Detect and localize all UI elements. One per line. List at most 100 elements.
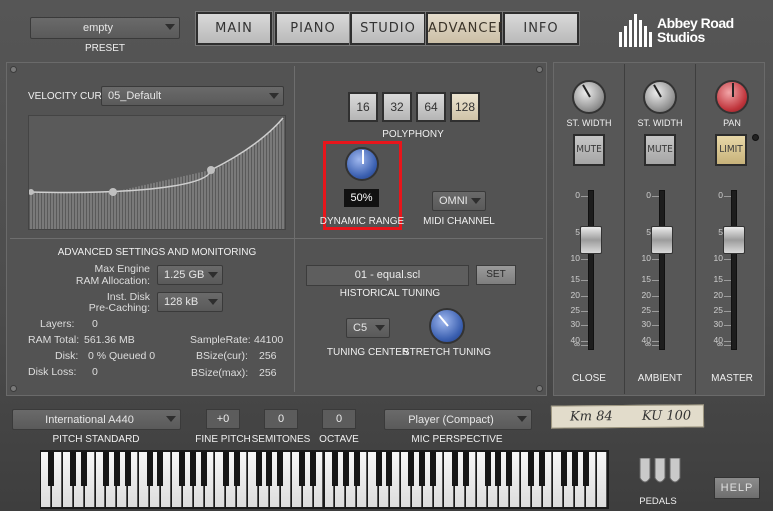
black-key[interactable]: [146, 452, 153, 486]
master-fader-track[interactable]: [731, 190, 737, 350]
mic-tape-label: Km 84 KU 100: [550, 404, 705, 429]
black-key[interactable]: [190, 452, 197, 486]
black-key[interactable]: [375, 452, 382, 486]
black-key[interactable]: [255, 452, 262, 486]
tab-studio[interactable]: STUDIO: [349, 11, 427, 46]
ram-allocation-dropdown[interactable]: 1.25 GB: [157, 265, 223, 285]
black-key[interactable]: [419, 452, 426, 486]
black-key[interactable]: [539, 452, 546, 486]
black-key[interactable]: [277, 452, 284, 486]
black-key[interactable]: [310, 452, 317, 486]
screw-icon: [10, 66, 17, 73]
black-key[interactable]: [342, 452, 349, 486]
fine-pitch-field[interactable]: +0: [206, 409, 240, 429]
black-key[interactable]: [201, 452, 208, 486]
black-key[interactable]: [48, 452, 55, 486]
black-key[interactable]: [102, 452, 109, 486]
black-key[interactable]: [386, 452, 393, 486]
curve-point[interactable]: [28, 189, 34, 195]
close-width-knob[interactable]: [572, 80, 606, 114]
fader-scale-label: ∞: [716, 339, 723, 349]
ambient-fader-handle[interactable]: [651, 226, 673, 254]
chevron-down-icon: [165, 24, 175, 30]
midi-channel-dropdown[interactable]: OMNI: [432, 191, 486, 211]
midi-channel-label: MIDI CHANNEL: [423, 216, 495, 227]
pre-caching-dropdown[interactable]: 128 kB: [157, 292, 223, 312]
master-limit-button[interactable]: LIMIT: [715, 134, 747, 166]
pedals-label: PEDALS: [639, 496, 677, 507]
close-channel-label: CLOSE: [572, 373, 606, 384]
black-key[interactable]: [582, 452, 589, 486]
black-key[interactable]: [430, 452, 437, 486]
curve-point[interactable]: [207, 166, 215, 174]
preset-dropdown[interactable]: empty: [30, 17, 180, 39]
black-key[interactable]: [408, 452, 415, 486]
tuning-set-button[interactable]: SET: [476, 265, 516, 285]
mic-perspective-dropdown[interactable]: Player (Compact): [384, 409, 532, 430]
fader-scale-label: 20: [641, 290, 651, 300]
velocity-curve-dropdown[interactable]: 05_Default: [101, 86, 284, 106]
disk-value: 0 % Queued 0: [88, 350, 156, 362]
black-key[interactable]: [81, 452, 88, 486]
knob-pointer: [732, 83, 734, 97]
black-key[interactable]: [113, 452, 120, 486]
close-mute-button[interactable]: MUTE: [573, 134, 605, 166]
fader-scale-label: ∞: [573, 339, 580, 349]
tab-info[interactable]: INFO: [502, 11, 580, 46]
polyphony-64-button[interactable]: 64: [416, 92, 446, 122]
abbey-road-logo-icon: [619, 14, 659, 47]
black-key[interactable]: [124, 452, 131, 486]
chevron-down-icon: [208, 299, 218, 305]
octave-field[interactable]: 0: [322, 409, 356, 429]
black-key[interactable]: [451, 452, 458, 486]
semitones-field[interactable]: 0: [264, 409, 298, 429]
fader-scale-label: 0: [646, 190, 651, 200]
tab-advanced[interactable]: ADVANCED: [425, 11, 508, 46]
black-key[interactable]: [70, 452, 77, 486]
polyphony-16-button[interactable]: 16: [348, 92, 378, 122]
pedals-icon[interactable]: [636, 457, 684, 488]
tab-main[interactable]: MAIN: [195, 11, 273, 46]
black-key[interactable]: [233, 452, 240, 486]
white-key[interactable]: [597, 452, 607, 507]
help-button[interactable]: HELP: [714, 477, 760, 499]
polyphony-32-button[interactable]: 32: [382, 92, 412, 122]
black-key[interactable]: [157, 452, 164, 486]
stretch-tuning-knob[interactable]: [429, 308, 465, 344]
black-key[interactable]: [331, 452, 338, 486]
black-key[interactable]: [560, 452, 567, 486]
black-key[interactable]: [462, 452, 469, 486]
close-fader-handle[interactable]: [580, 226, 602, 254]
black-key[interactable]: [484, 452, 491, 486]
screw-icon: [536, 385, 543, 392]
black-key[interactable]: [495, 452, 502, 486]
velocity-curve-graph[interactable]: [28, 115, 286, 230]
close-fader-track[interactable]: [588, 190, 594, 350]
tuning-center-dropdown[interactable]: C5: [346, 318, 390, 338]
chevron-down-icon: [471, 198, 481, 204]
black-key[interactable]: [506, 452, 513, 486]
polyphony-128-button[interactable]: 128: [450, 92, 480, 122]
master-pan-knob[interactable]: [715, 80, 749, 114]
master-fader-handle[interactable]: [723, 226, 745, 254]
inst-disk-label-2: Pre-Caching:: [88, 302, 150, 314]
black-key[interactable]: [528, 452, 535, 486]
tab-piano[interactable]: PIANO: [274, 11, 352, 46]
ambient-fader-track[interactable]: [659, 190, 665, 350]
black-key[interactable]: [179, 452, 186, 486]
fader-scale-label: 30: [570, 319, 580, 329]
tape-right-text: KU 100: [641, 408, 692, 424]
ambient-width-knob[interactable]: [643, 80, 677, 114]
black-key[interactable]: [299, 452, 306, 486]
black-key[interactable]: [353, 452, 360, 486]
ambient-mute-button[interactable]: MUTE: [644, 134, 676, 166]
black-key[interactable]: [571, 452, 578, 486]
curve-point[interactable]: [109, 188, 117, 196]
close-knob-label: ST. WIDTH: [566, 118, 612, 128]
dynamic-range-knob[interactable]: [345, 147, 379, 181]
tuning-scale-field[interactable]: 01 - equal.scl: [306, 265, 469, 286]
pitch-standard-dropdown[interactable]: International A440: [12, 409, 181, 430]
black-key[interactable]: [222, 452, 229, 486]
black-key[interactable]: [266, 452, 273, 486]
pre-caching-value: 128 kB: [164, 296, 199, 308]
